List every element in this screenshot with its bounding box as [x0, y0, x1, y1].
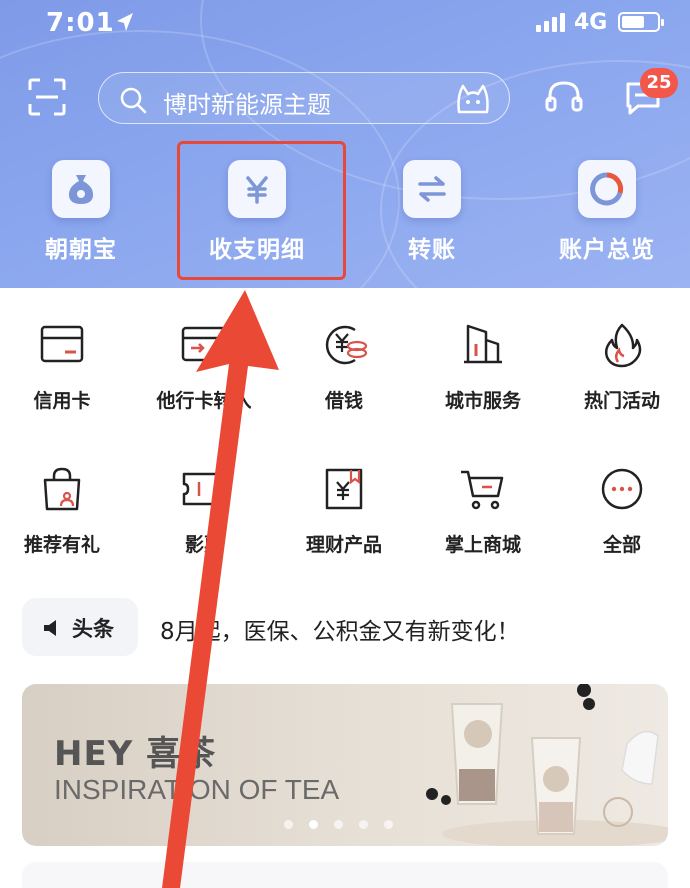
- service-wealth-products[interactable]: 理财产品: [279, 466, 409, 557]
- service-label: 推荐有礼: [23, 534, 100, 556]
- more-icon: [601, 468, 643, 510]
- highlight-box: [177, 141, 346, 280]
- tea-cups-image: [426, 684, 668, 846]
- mascot-icon[interactable]: [455, 82, 491, 116]
- quick-action-zhaozhaobao[interactable]: 朝朝宝: [11, 160, 151, 264]
- signal-icon: [536, 13, 565, 32]
- service-label: 热门活动: [583, 390, 660, 412]
- search-icon: [120, 87, 147, 114]
- quick-action-transfer[interactable]: 转账: [362, 160, 502, 264]
- quick-action-label: 朝朝宝: [45, 237, 117, 263]
- status-bar: 7:01 4G: [0, 4, 690, 40]
- service-city-services[interactable]: 城市服务: [418, 322, 548, 413]
- customer-service-icon[interactable]: [544, 78, 584, 118]
- quick-action-account-overview[interactable]: 账户总览: [537, 160, 677, 264]
- service-referral-gift[interactable]: 推荐有礼: [0, 466, 127, 557]
- service-label: 影票: [184, 534, 223, 556]
- carousel-dot-active[interactable]: [309, 820, 318, 829]
- service-label: 理财产品: [305, 534, 382, 556]
- service-label: 全部: [602, 534, 641, 556]
- service-other-bank-transfer[interactable]: 他行卡转入: [139, 322, 269, 413]
- transfer-icon: [403, 160, 461, 218]
- service-hot-events[interactable]: 热门活动: [557, 322, 687, 413]
- headline-tag-label: 头条: [72, 617, 114, 641]
- flame-icon: [604, 323, 642, 368]
- status-time: 7:01: [46, 8, 115, 38]
- carousel-dot[interactable]: [284, 820, 293, 829]
- coin-icon: [325, 325, 368, 365]
- service-label: 城市服务: [444, 390, 521, 412]
- service-all[interactable]: 全部: [557, 466, 687, 557]
- search-placeholder: 博时新能源主题: [163, 91, 331, 119]
- banner-title: HEY 喜茶: [54, 734, 217, 774]
- carousel-dot[interactable]: [359, 820, 368, 829]
- service-mobile-mall[interactable]: 掌上商城: [418, 466, 548, 557]
- battery-icon: [618, 12, 664, 32]
- cart-icon: [461, 470, 504, 510]
- service-credit-card[interactable]: 信用卡: [0, 322, 127, 413]
- service-label: 信用卡: [33, 390, 91, 412]
- service-label: 掌上商城: [444, 534, 521, 556]
- service-borrow[interactable]: 借钱: [279, 322, 409, 413]
- ticket-icon: [182, 472, 226, 506]
- gift-bag-icon: [43, 467, 81, 511]
- card-transfer-icon: [181, 326, 227, 362]
- scan-icon[interactable]: [28, 78, 66, 116]
- quick-action-label: 账户总览: [559, 237, 655, 263]
- network-type: 4G: [574, 10, 608, 35]
- credit-card-icon: [40, 325, 84, 363]
- headline-text[interactable]: 8月起，医保、公积金又有新变化！: [160, 612, 520, 646]
- money-bag-icon: [52, 160, 110, 218]
- location-icon: [117, 13, 133, 31]
- carousel-indicator[interactable]: [284, 820, 393, 829]
- search-bar[interactable]: 博时新能源主题: [98, 72, 510, 124]
- banner-subtitle: INSPIRATION OF TEA: [54, 774, 340, 805]
- carousel-dot[interactable]: [384, 820, 393, 829]
- notification-badge: 25: [640, 68, 678, 98]
- service-label: 借钱: [324, 390, 363, 412]
- quick-action-label: 转账: [408, 237, 456, 263]
- service-movie-tickets[interactable]: 影票: [139, 466, 269, 557]
- building-icon: [464, 324, 502, 364]
- speaker-icon: [44, 620, 56, 636]
- carousel-dot[interactable]: [334, 820, 343, 829]
- promo-banner[interactable]: HEY 喜茶 INSPIRATION OF TEA: [22, 684, 668, 846]
- finance-doc-icon: [325, 468, 363, 510]
- service-label: 他行卡转入: [156, 390, 252, 412]
- headline-tag[interactable]: 头条: [22, 598, 138, 656]
- ring-chart-icon: [578, 160, 636, 218]
- next-card: [22, 862, 668, 888]
